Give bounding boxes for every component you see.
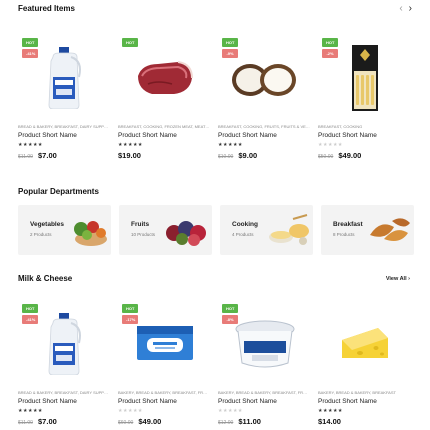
department-card-cooking[interactable]: Cooking 4 Products — [220, 205, 313, 255]
price-line: $11.00 $7.00 — [18, 417, 118, 426]
hot-badge: HOT — [322, 38, 338, 47]
chevron-right-icon[interactable]: › — [409, 4, 412, 14]
department-name: Fruits — [131, 221, 150, 228]
rating-stars: ★★★★★ — [18, 408, 43, 414]
product-categories: BAKERY, BREAD & BAKERY, BREAKFAST — [318, 390, 396, 395]
product-card[interactable]: HOT -9% BREAKFAST, COOKING, FRUITS, FRUI… — [218, 38, 318, 160]
product-name[interactable]: Product Short Name — [218, 132, 318, 139]
featured-product-row: HOT -41% BREAD & BAKERY, BREAKFAST, DAIR… — [18, 38, 418, 160]
department-card-fruits[interactable]: Fruits 10 Products — [119, 205, 212, 255]
department-card-breakfast[interactable]: Breakfast 8 Products — [321, 205, 414, 255]
current-price: $49.00 — [138, 417, 162, 426]
vegetables-image — [74, 221, 107, 246]
product-card[interactable]: HOT -41% BREAD & BAKERY, BREAKFAST, DAIR… — [18, 304, 118, 426]
product-name[interactable]: Product Short Name — [18, 398, 118, 405]
milk-cheese-title: Milk & Cheese — [18, 274, 73, 283]
product-card[interactable]: BAKERY, BREAD & BAKERY, BREAKFAST Produc… — [318, 304, 418, 426]
rating-stars: ★★★★★ — [318, 142, 343, 148]
product-card[interactable]: HOT -41% BREAD & BAKERY, BREAKFAST, DAIR… — [18, 38, 118, 160]
current-price: $7.00 — [38, 417, 57, 426]
product-categories: BAKERY, BREAD & BAKERY, BREAKFAST, FROZE… — [118, 390, 210, 395]
price-line: $19.00 — [118, 151, 218, 160]
department-card-vegetables[interactable]: Vegetables 2 Products — [18, 205, 111, 255]
hot-badge: HOT — [122, 304, 138, 313]
chevron-right-icon: › — [408, 276, 410, 282]
featured-items-title: Featured Items — [18, 4, 75, 13]
cooking-image — [269, 214, 309, 245]
price-line: $10.00 $9.00 — [218, 151, 318, 160]
product-categories: BREAD & BAKERY, BREAKFAST, DAIRY SUPPLIE… — [18, 124, 110, 129]
rating-stars: ★★★★★ — [18, 142, 43, 148]
old-price: $12.00 — [218, 420, 234, 426]
featured-nav: ‹ › — [399, 4, 412, 14]
view-all-label: View All — [385, 276, 407, 282]
discount-badge: -17% — [122, 315, 138, 324]
cheese-wedge-image[interactable] — [320, 304, 410, 384]
product-name[interactable]: Product Short Name — [118, 398, 218, 405]
rating-stars: ★★★★★ — [318, 408, 343, 414]
product-card[interactable]: HOT BREAKFAST, COOKING, FROZEN MEAT, MEA… — [118, 38, 218, 160]
product-name[interactable]: Product Short Name — [318, 398, 418, 405]
department-name: Breakfast — [333, 221, 363, 228]
product-categories: BREAKFAST, COOKING, FRUITS, FRUITS & VEG… — [218, 124, 310, 129]
milk-product-row: HOT -41% BREAD & BAKERY, BREAKFAST, DAIR… — [18, 304, 418, 426]
price-line: $12.00 $11.00 — [218, 417, 318, 426]
price-line: $11.00 $7.00 — [18, 151, 118, 160]
product-categories: BREAKFAST, COOKING — [318, 124, 363, 129]
price-line: $60.00 $49.00 — [118, 417, 218, 426]
discount-badge: -9% — [222, 49, 238, 58]
current-price: $11.00 — [238, 417, 261, 426]
old-price: $11.00 — [18, 420, 33, 426]
rating-stars: ★★★★★ — [218, 142, 243, 148]
hot-badge: HOT — [222, 304, 238, 313]
product-categories: BREAD & BAKERY, BREAKFAST, DAIRY SUPPLIE… — [18, 390, 110, 395]
discount-badge: -8% — [222, 315, 238, 324]
current-price: $14.00 — [318, 417, 341, 426]
rating-stars: ★★★★★ — [118, 142, 143, 148]
product-name[interactable]: Product Short Name — [318, 132, 418, 139]
department-count: 2 Products — [30, 232, 52, 237]
product-card[interactable]: HOT -8% BAKERY, BREAD & BAKERY, BREAKFAS… — [218, 304, 318, 426]
product-card[interactable]: HOT -17% BAKERY, BREAD & BAKERY, BREAKFA… — [118, 304, 218, 426]
current-price: $9.00 — [238, 151, 258, 160]
product-card[interactable]: HOT -2% BREAKFAST, COOKING Product Short… — [318, 38, 418, 160]
fruits-image — [166, 221, 206, 246]
old-price: $10.00 — [218, 154, 234, 160]
chevron-left-icon[interactable]: ‹ — [399, 4, 402, 14]
product-categories: BREAKFAST, COOKING, FROZEN MEAT, MEAT & … — [118, 124, 210, 129]
discount-badge: -41% — [22, 49, 38, 58]
view-all-link[interactable]: View All › — [386, 276, 410, 282]
price-line: $50.00 $49.00 — [318, 151, 418, 160]
current-price: $7.00 — [38, 151, 57, 160]
raw-meat-image[interactable] — [120, 38, 210, 118]
hot-badge: HOT — [122, 38, 138, 47]
current-price: $19.00 — [118, 151, 141, 160]
breakfast-image — [370, 218, 410, 241]
price-line: $14.00 — [318, 417, 418, 426]
department-count: 4 Products — [232, 232, 254, 237]
old-price: $11.00 — [18, 154, 33, 160]
department-count: 10 Products — [131, 232, 156, 237]
popular-departments-title: Popular Departments — [18, 187, 99, 196]
product-categories: BAKERY, BREAD & BAKERY, BREAKFAST, FROZE… — [218, 390, 310, 395]
departments-row: Vegetables 2 Products Fruits 10 Products… — [18, 205, 414, 255]
product-name[interactable]: Product Short Name — [18, 132, 118, 139]
discount-badge: -2% — [322, 49, 338, 58]
department-name: Vegetables — [30, 221, 64, 228]
discount-badge: -41% — [22, 315, 38, 324]
hot-badge: HOT — [22, 38, 38, 47]
department-name: Cooking — [232, 221, 258, 228]
old-price: $60.00 — [118, 420, 134, 426]
current-price: $49.00 — [338, 151, 362, 160]
hot-badge: HOT — [222, 38, 238, 47]
rating-stars: ★★★★★ — [218, 408, 243, 414]
hot-badge: HOT — [22, 304, 38, 313]
department-count: 8 Products — [333, 232, 355, 237]
product-name[interactable]: Product Short Name — [118, 132, 218, 139]
rating-stars: ★★★★★ — [118, 408, 143, 414]
old-price: $50.00 — [318, 154, 334, 160]
product-name[interactable]: Product Short Name — [218, 398, 318, 405]
